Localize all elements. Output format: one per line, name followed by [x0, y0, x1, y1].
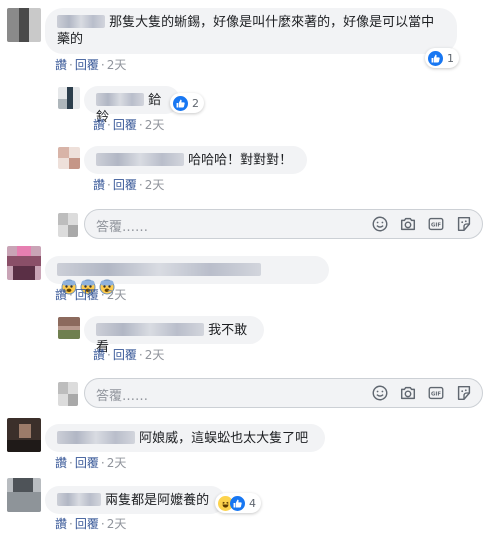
comment-bubble: 我不敢看	[84, 316, 264, 355]
separator: ·	[107, 118, 111, 132]
camera-icon[interactable]	[399, 215, 417, 233]
camera-icon[interactable]	[399, 384, 417, 402]
reaction-summary[interactable]: 2	[170, 93, 204, 113]
like-link[interactable]: 讚	[55, 288, 67, 302]
author-name-blurred[interactable]	[96, 323, 204, 336]
avatar	[58, 213, 78, 237]
reply-link[interactable]: 回覆	[113, 348, 137, 362]
gif-icon[interactable]: GIF	[427, 215, 445, 233]
reply-link[interactable]: 回覆	[113, 178, 137, 192]
author-name-blurred[interactable]	[57, 15, 105, 28]
avatar[interactable]	[7, 246, 41, 280]
reply-input[interactable]: 答覆…… GIF	[84, 209, 483, 239]
reaction-summary[interactable]: 1	[425, 48, 459, 68]
author-name-blurred[interactable]	[57, 263, 261, 276]
separator: ·	[100, 456, 105, 470]
smiley-icon[interactable]	[371, 215, 389, 233]
timestamp[interactable]: 2天	[107, 288, 127, 302]
reaction-summary[interactable]: 4	[215, 493, 261, 513]
avatar[interactable]	[7, 8, 41, 42]
timestamp[interactable]: 2天	[145, 118, 165, 132]
reaction-count: 1	[447, 51, 454, 65]
avatar	[58, 382, 78, 406]
like-link[interactable]: 讚	[93, 118, 105, 132]
author-name-blurred[interactable]	[57, 431, 135, 444]
timestamp[interactable]: 2天	[107, 58, 127, 72]
separator: ·	[69, 58, 73, 72]
like-icon	[230, 495, 245, 511]
reply-placeholder: 答覆……	[96, 220, 149, 235]
sticker-icon[interactable]	[455, 215, 473, 233]
avatar[interactable]	[58, 87, 80, 109]
comment-text: 兩隻都是阿嬤養的	[105, 493, 210, 508]
like-icon	[428, 50, 443, 66]
comment-text: 那隻大隻的蜥錫，好像是叫什麼來著的，好像是可以當中藥的	[57, 15, 435, 47]
separator: ·	[100, 288, 105, 302]
reply-placeholder: 答覆……	[96, 389, 149, 404]
comment-text: 哈哈哈！對對對！	[188, 153, 293, 168]
reaction-count: 4	[249, 496, 256, 510]
like-link[interactable]: 讚	[55, 517, 67, 531]
avatar[interactable]	[7, 478, 41, 512]
separator: ·	[107, 178, 111, 192]
comment-bubble: 阿娘威，這蜈蚣也太大隻了吧	[45, 424, 325, 452]
comment-bubble	[45, 256, 329, 295]
comment-text: 阿娘威，這蜈蚣也太大隻了吧	[139, 431, 309, 446]
reply-link[interactable]: 回覆	[113, 118, 137, 132]
reply-link[interactable]: 回覆	[75, 517, 99, 531]
separator: ·	[107, 348, 111, 362]
comment-bubble: 那隻大隻的蜥錫，好像是叫什麼來著的，好像是可以當中藥的	[45, 8, 457, 54]
author-name-blurred[interactable]	[57, 493, 101, 506]
separator: ·	[138, 348, 143, 362]
avatar[interactable]	[7, 418, 41, 452]
comment-bubble: 鉿鈴	[84, 86, 180, 125]
gif-icon[interactable]: GIF	[427, 384, 445, 402]
reaction-count: 2	[192, 96, 199, 110]
timestamp[interactable]: 2天	[145, 178, 165, 192]
smiley-icon[interactable]	[371, 384, 389, 402]
separator: ·	[138, 178, 143, 192]
sticker-icon[interactable]	[455, 384, 473, 402]
comment-bubble: 兩隻都是阿嬤養的	[45, 486, 225, 514]
comment-bubble: 哈哈哈！對對對！	[84, 146, 307, 174]
separator: ·	[100, 58, 105, 72]
timestamp[interactable]: 2天	[107, 456, 127, 470]
svg-text:GIF: GIF	[431, 391, 441, 397]
like-link[interactable]: 讚	[93, 178, 105, 192]
reply-input[interactable]: 答覆…… GIF	[84, 378, 483, 408]
reply-link[interactable]: 回覆	[75, 288, 99, 302]
like-icon	[173, 95, 188, 111]
like-link[interactable]: 讚	[93, 348, 105, 362]
like-link[interactable]: 讚	[55, 58, 67, 72]
timestamp[interactable]: 2天	[145, 348, 165, 362]
author-name-blurred[interactable]	[96, 153, 184, 166]
reply-link[interactable]: 回覆	[75, 456, 99, 470]
svg-text:GIF: GIF	[431, 222, 441, 228]
separator: ·	[100, 517, 105, 531]
avatar[interactable]	[58, 147, 80, 169]
separator: ·	[69, 288, 73, 302]
separator: ·	[69, 456, 73, 470]
avatar[interactable]	[58, 317, 80, 339]
like-link[interactable]: 讚	[55, 456, 67, 470]
author-name-blurred[interactable]	[96, 93, 144, 106]
timestamp[interactable]: 2天	[107, 517, 127, 531]
reply-link[interactable]: 回覆	[75, 58, 99, 72]
separator: ·	[69, 517, 73, 531]
separator: ·	[138, 118, 143, 132]
